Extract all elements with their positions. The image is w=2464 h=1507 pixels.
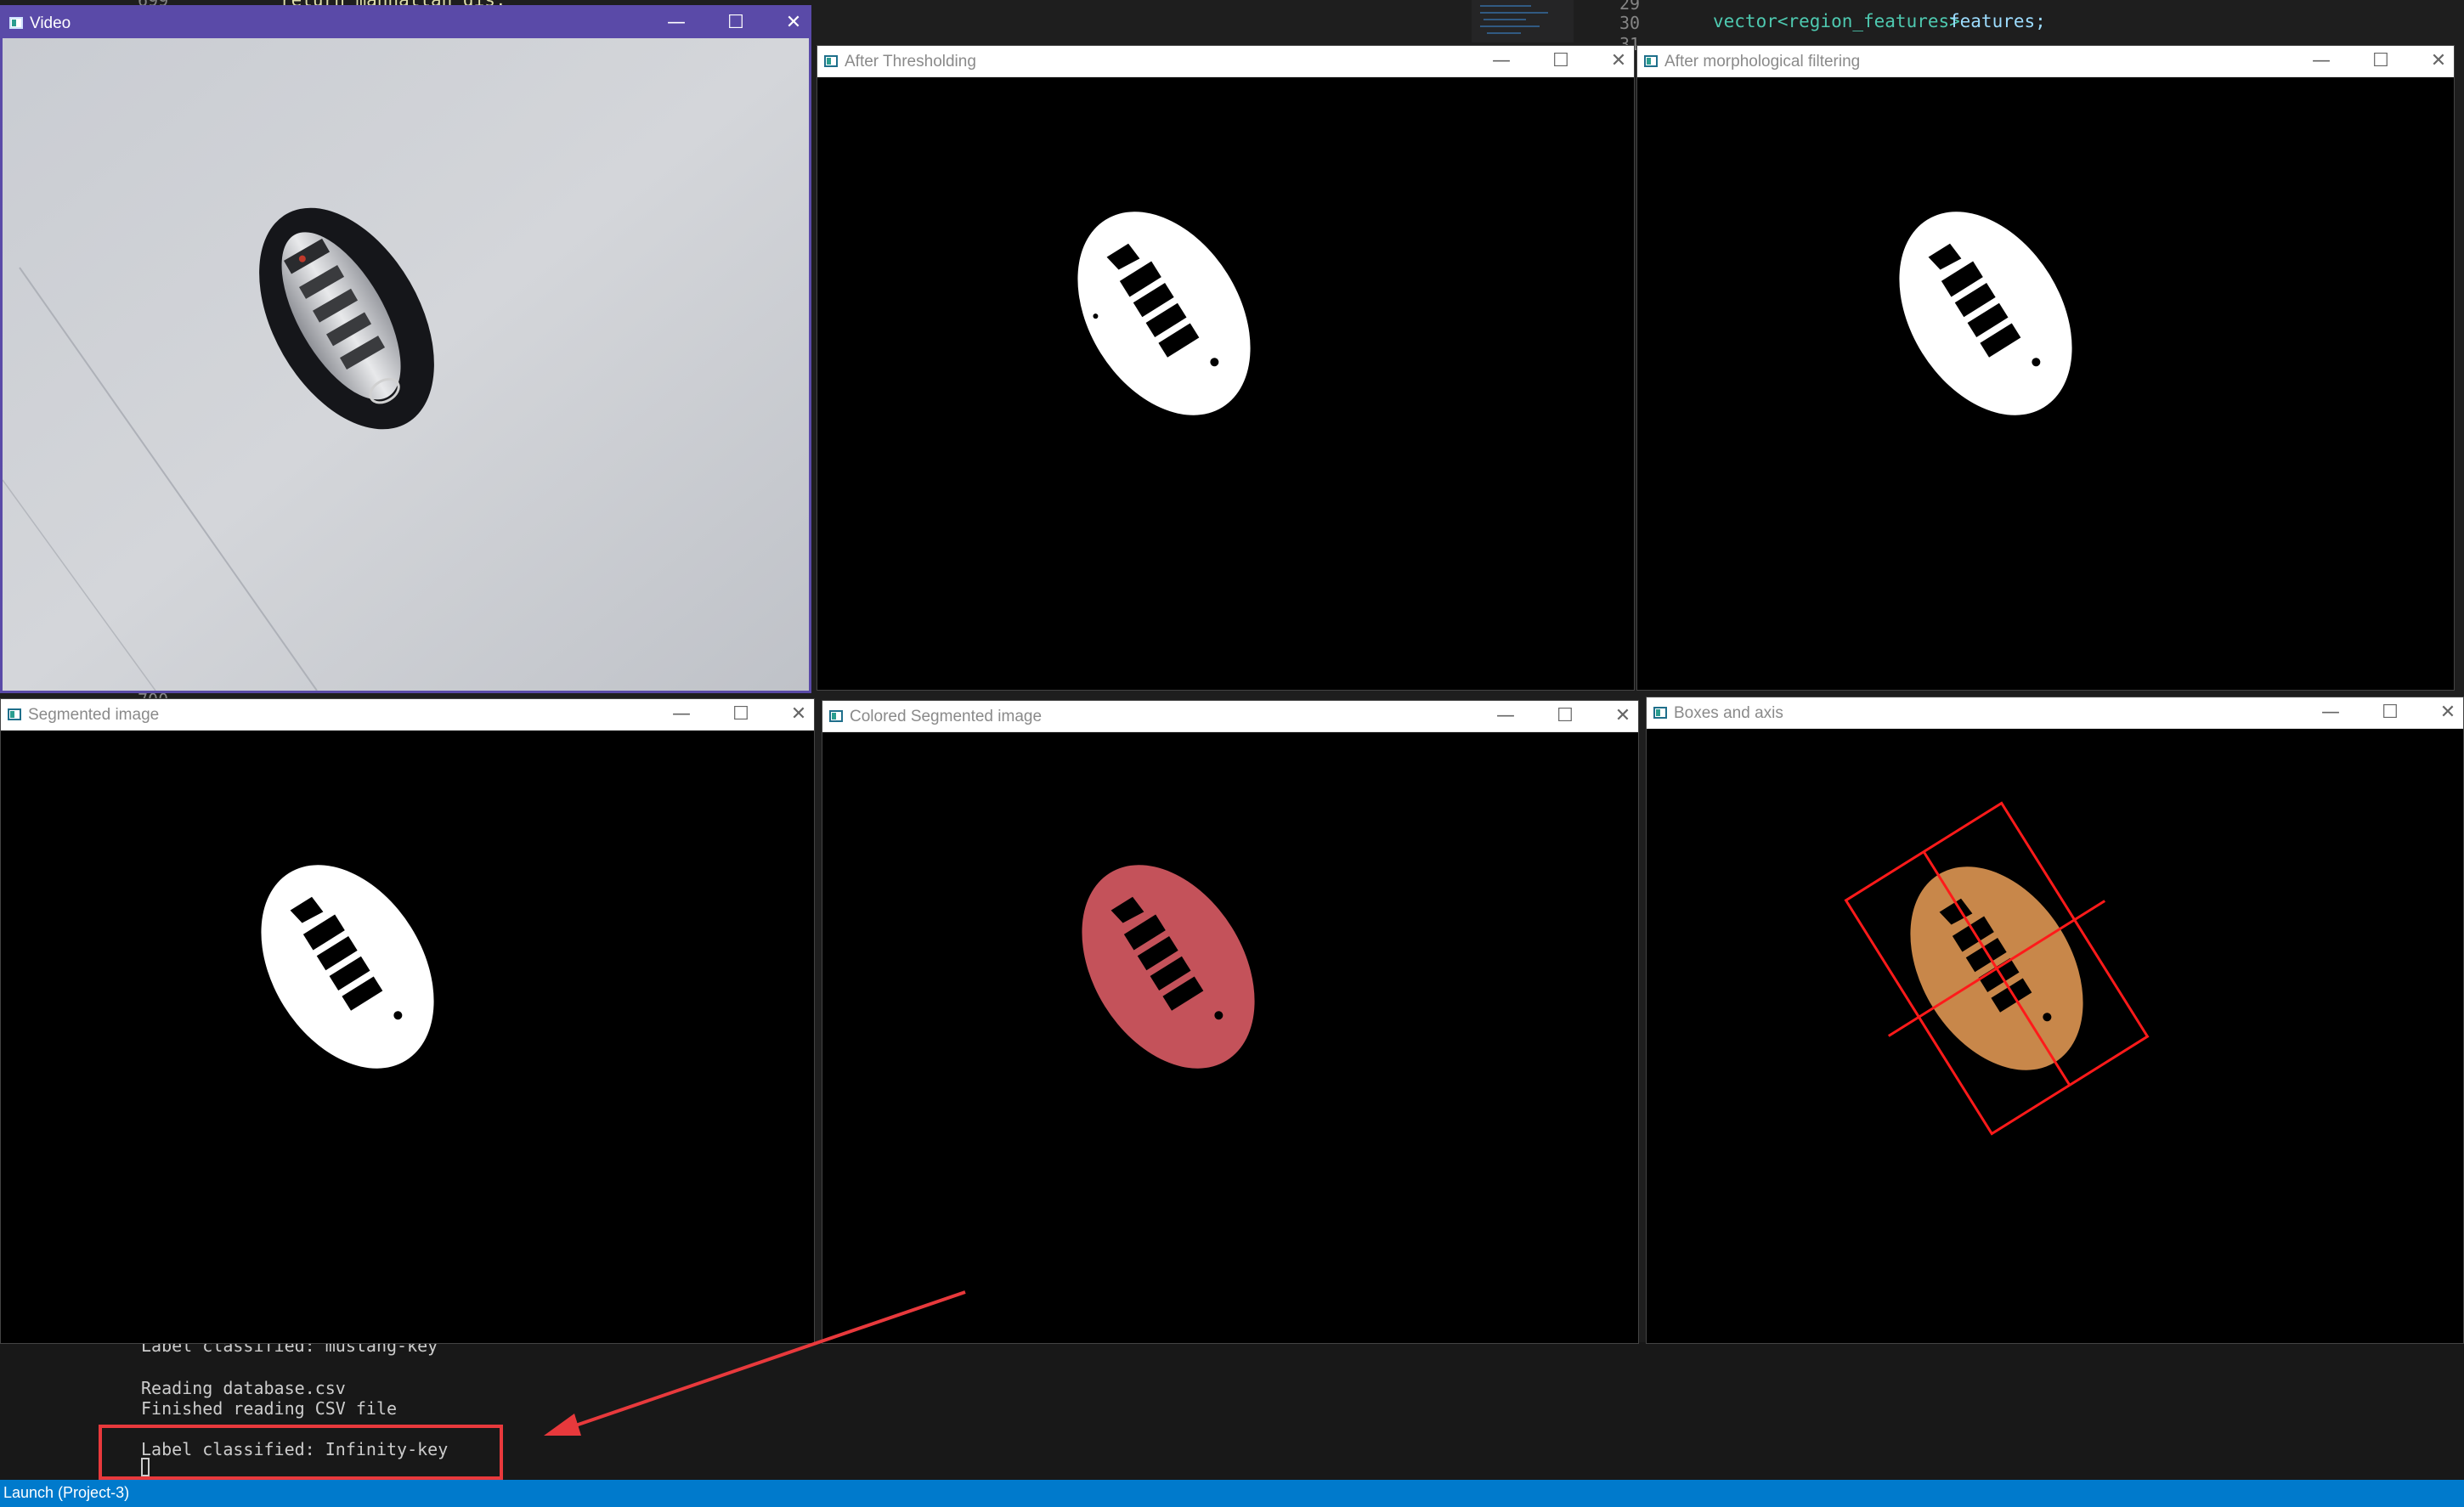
colored-canvas — [822, 731, 1638, 1343]
threshold-canvas — [817, 76, 1634, 690]
maximize-icon[interactable]: ☐ — [2365, 49, 2396, 73]
morph-titlebar[interactable]: After morphological filtering — ☐ ✕ — [1637, 46, 2454, 77]
minimize-icon[interactable]: — — [666, 703, 697, 726]
maximize-icon[interactable]: ☐ — [721, 11, 751, 35]
segmented-window[interactable]: Segmented image — ☐ ✕ — [0, 698, 815, 1344]
window-app-icon — [8, 708, 21, 720]
code-type: vector<region_features> — [1713, 11, 1960, 31]
boxes-titlebar[interactable]: Boxes and axis — ☐ ✕ — [1647, 697, 2463, 729]
window-title: After morphological filtering — [1664, 53, 1861, 71]
line-number: 30 — [1619, 13, 1641, 33]
window-title: Segmented image — [28, 706, 160, 724]
close-icon[interactable]: ✕ — [1603, 49, 1634, 73]
threshold-titlebar[interactable]: After Thresholding — ☐ ✕ — [817, 46, 1634, 77]
status-launch-label[interactable]: Launch (Project-3) — [3, 1484, 129, 1502]
close-icon[interactable]: ✕ — [778, 11, 809, 35]
close-icon[interactable]: ✕ — [783, 703, 814, 726]
minimap[interactable] — [1472, 0, 1574, 42]
code-variable: features; — [1949, 11, 2046, 31]
window-app-icon — [1644, 55, 1658, 67]
video-frame — [3, 38, 809, 691]
segmented-canvas — [1, 730, 814, 1343]
morph-window[interactable]: After morphological filtering — ☐ ✕ — [1636, 45, 2455, 691]
terminal-line: Reading database.csv — [141, 1378, 346, 1398]
colored-window[interactable]: Colored Segmented image — ☐ ✕ — [822, 700, 1639, 1344]
maximize-icon[interactable]: ☐ — [726, 703, 756, 726]
boxes-canvas — [1647, 728, 2463, 1343]
window-app-icon — [829, 710, 843, 722]
window-app-icon — [9, 17, 23, 29]
close-icon[interactable]: ✕ — [2433, 701, 2463, 725]
terminal-line: Finished reading CSV file — [141, 1398, 398, 1419]
minimize-icon[interactable]: — — [1486, 49, 1517, 73]
annotation-highlight-box — [99, 1425, 503, 1480]
segmented-titlebar[interactable]: Segmented image — ☐ ✕ — [1, 699, 814, 731]
line-number: 29 — [1619, 0, 1641, 14]
window-title: Video — [30, 14, 71, 32]
minimize-icon[interactable]: — — [2315, 701, 2346, 725]
status-bar: Launch (Project-3) — [0, 1480, 2464, 1507]
minimize-icon[interactable]: — — [661, 11, 692, 35]
window-app-icon — [1653, 707, 1667, 719]
window-title: Colored Segmented image — [850, 708, 1043, 725]
close-icon[interactable]: ✕ — [2423, 49, 2454, 73]
window-title: Boxes and axis — [1674, 704, 1783, 722]
maximize-icon[interactable]: ☐ — [1550, 704, 1580, 728]
close-icon[interactable]: ✕ — [1608, 704, 1638, 728]
window-app-icon — [824, 55, 838, 67]
minimize-icon[interactable]: — — [2306, 49, 2337, 73]
maximize-icon[interactable]: ☐ — [2375, 701, 2405, 725]
window-title: After Thresholding — [845, 53, 976, 71]
maximize-icon[interactable]: ☐ — [1546, 49, 1576, 73]
minimize-icon[interactable]: — — [1490, 704, 1521, 728]
video-window[interactable]: Video — ☐ ✕ — [0, 5, 811, 693]
morph-canvas — [1637, 76, 2454, 690]
boxes-window[interactable]: Boxes and axis — ☐ ✕ — [1646, 697, 2464, 1344]
video-titlebar[interactable]: Video — ☐ ✕ — [3, 8, 809, 39]
colored-titlebar[interactable]: Colored Segmented image — ☐ ✕ — [822, 701, 1638, 732]
threshold-window[interactable]: After Thresholding — ☐ ✕ — [817, 45, 1635, 691]
